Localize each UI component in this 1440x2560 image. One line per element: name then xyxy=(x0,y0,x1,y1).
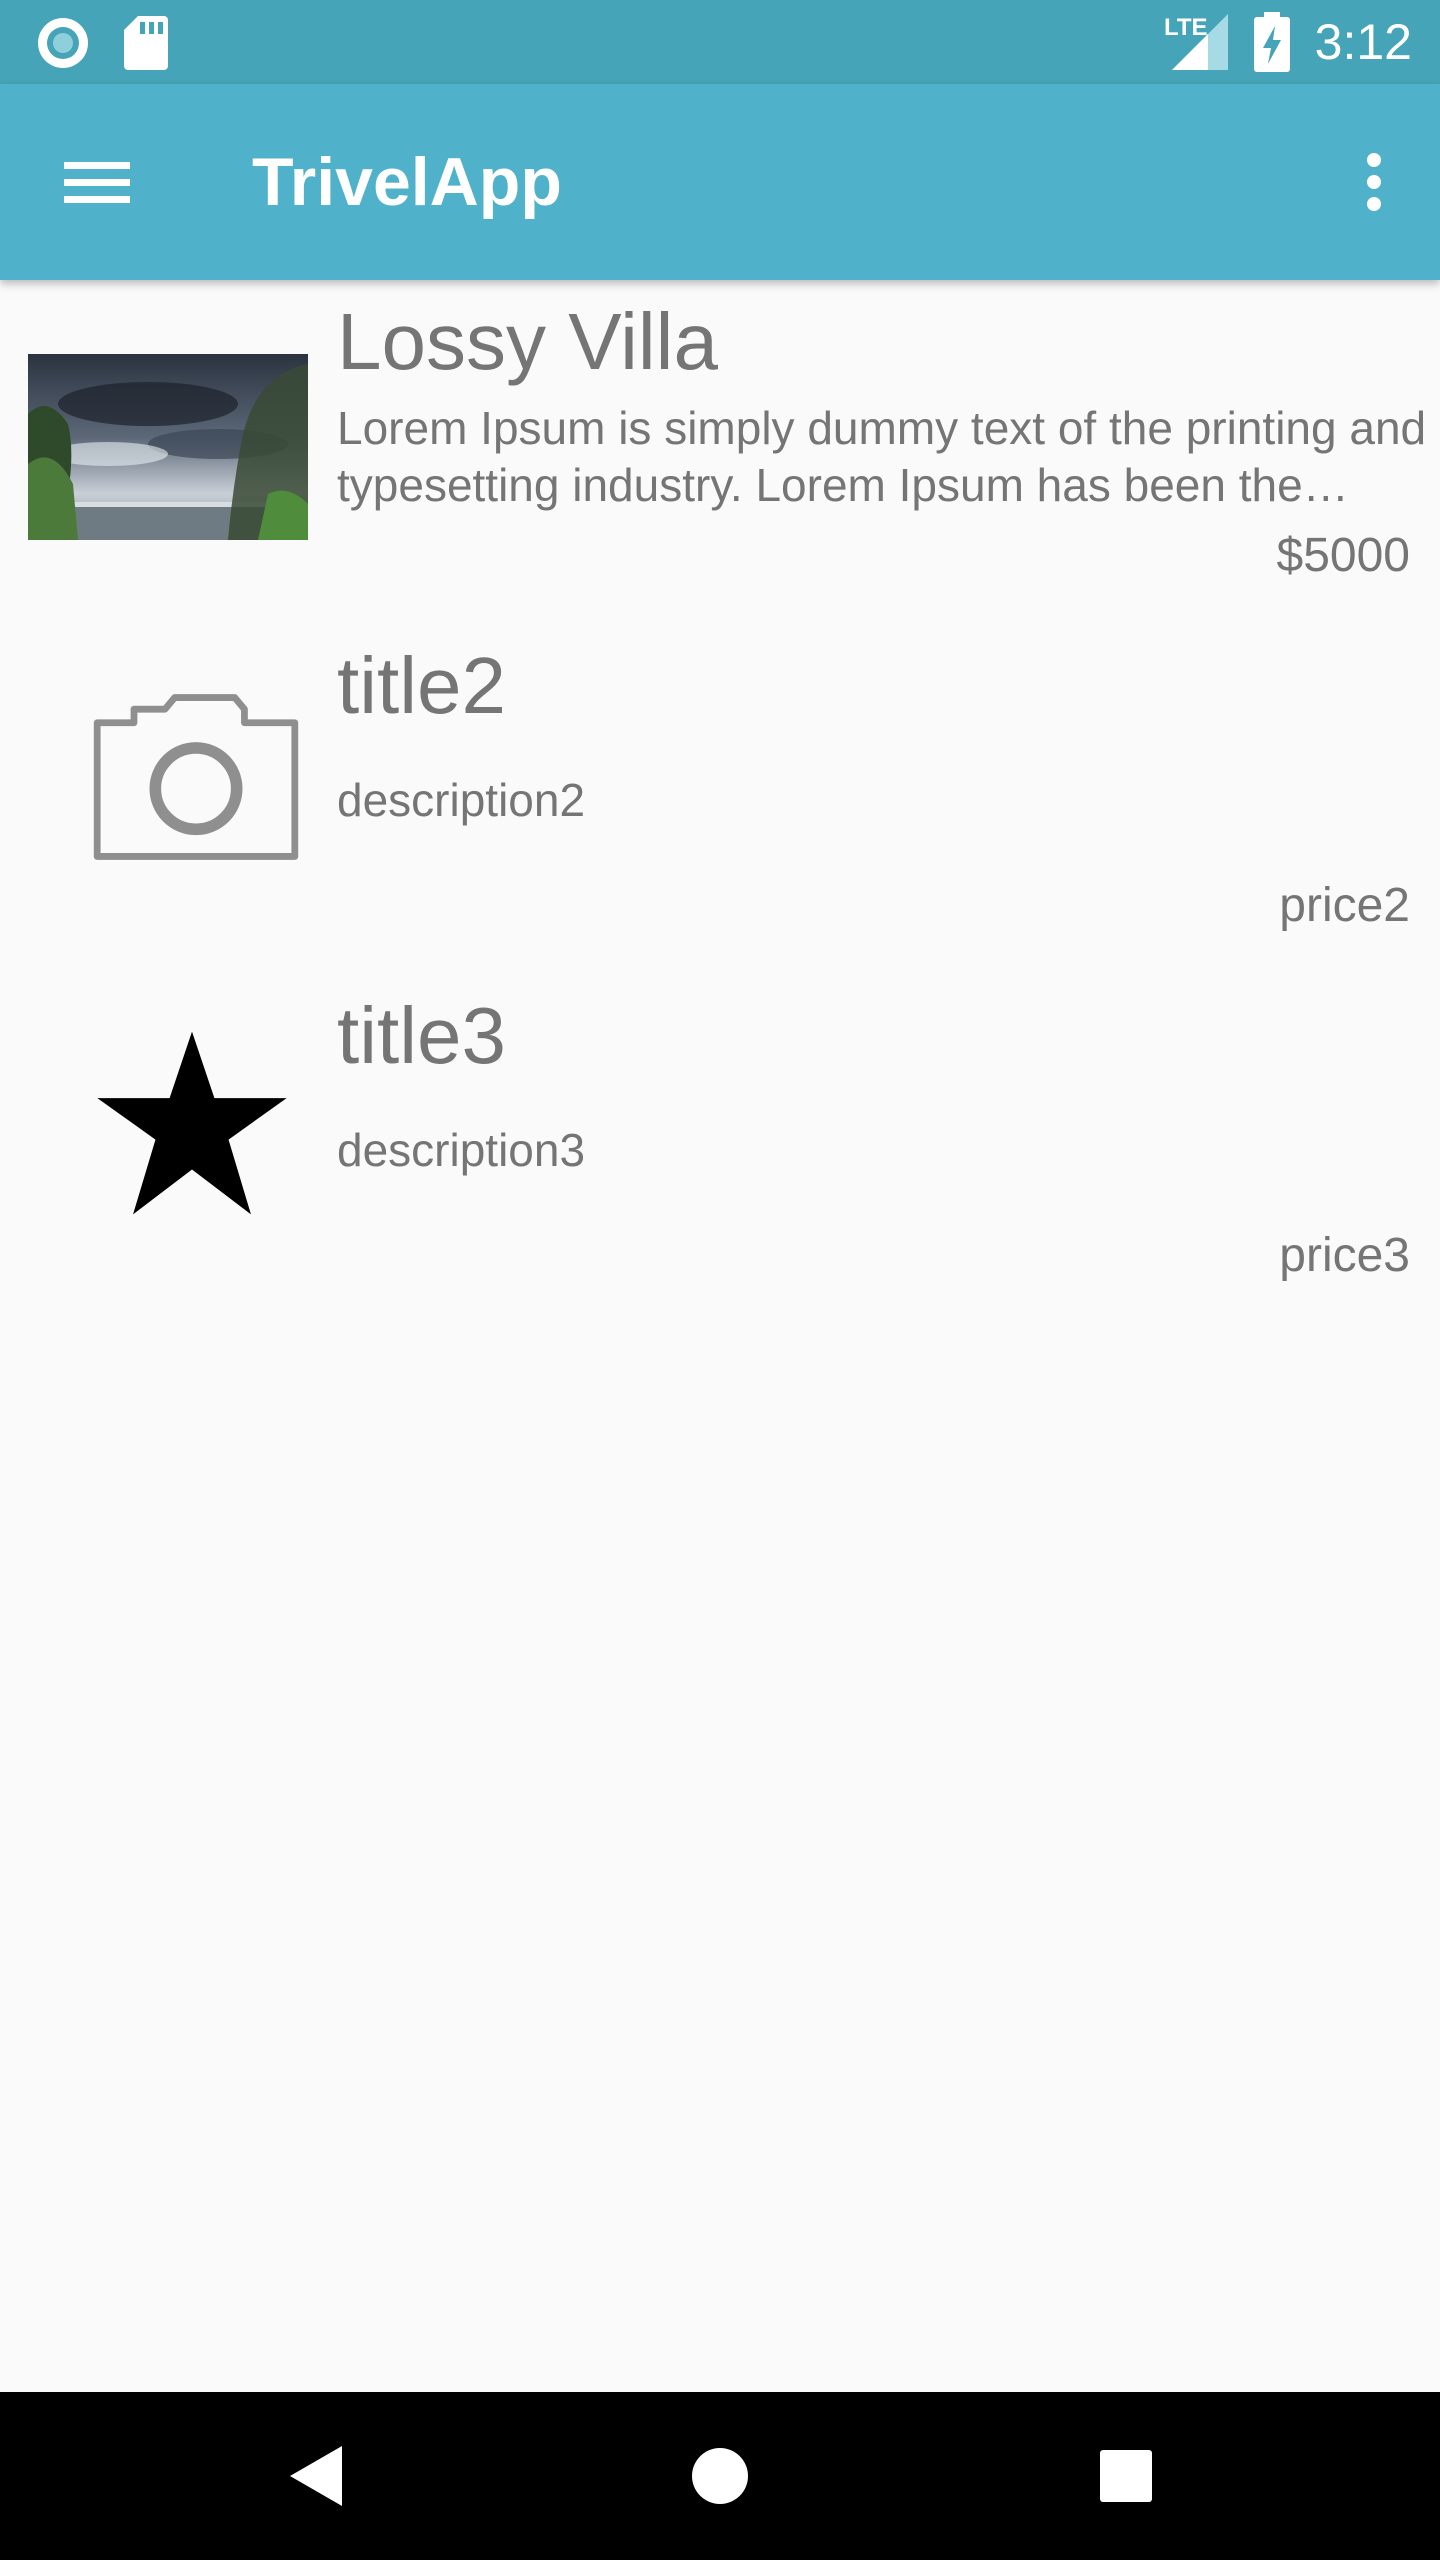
overflow-menu-button[interactable] xyxy=(1320,128,1428,236)
back-button[interactable] xyxy=(256,2416,376,2536)
item-description: description2 xyxy=(337,774,586,826)
more-vert-icon xyxy=(1367,153,1381,211)
item-description: Lorem Ipsum is simply dummy text of the … xyxy=(337,402,1427,511)
item-description: description3 xyxy=(337,1124,586,1176)
status-time: 3:12 xyxy=(1314,14,1412,70)
home-icon xyxy=(692,2448,748,2504)
list-item[interactable]: Lossy Villa Lorem Ipsum is simply dummy … xyxy=(0,280,1440,630)
menu-icon xyxy=(64,162,130,203)
menu-button[interactable] xyxy=(40,128,148,236)
item-price: price2 xyxy=(1279,879,1410,932)
app-title: TrivelApp xyxy=(252,144,562,220)
list-item[interactable]: title2 description2 price2 xyxy=(0,630,1440,980)
item-title: title2 xyxy=(337,641,506,730)
recents-icon xyxy=(1100,2450,1152,2502)
sd-card-icon xyxy=(124,16,168,70)
navigation-bar xyxy=(0,2392,1440,2560)
status-bar: LTE 3:12 xyxy=(0,0,1440,84)
star-icon xyxy=(97,1031,287,1215)
home-button[interactable] xyxy=(660,2416,780,2536)
battery-charging-icon xyxy=(1254,12,1290,72)
item-price: price3 xyxy=(1279,1229,1410,1282)
back-icon xyxy=(290,2446,342,2506)
recents-button[interactable] xyxy=(1066,2416,1186,2536)
camera-icon xyxy=(93,694,299,860)
landscape-photo xyxy=(28,354,308,540)
list-item[interactable]: title3 description3 price3 xyxy=(0,980,1440,1330)
item-price: $5000 xyxy=(1276,529,1410,582)
app-bar: TrivelApp xyxy=(0,84,1440,280)
record-icon xyxy=(38,18,88,68)
signal-icon xyxy=(1172,14,1228,70)
item-title: Lossy Villa xyxy=(337,297,718,386)
item-title: title3 xyxy=(337,991,506,1080)
